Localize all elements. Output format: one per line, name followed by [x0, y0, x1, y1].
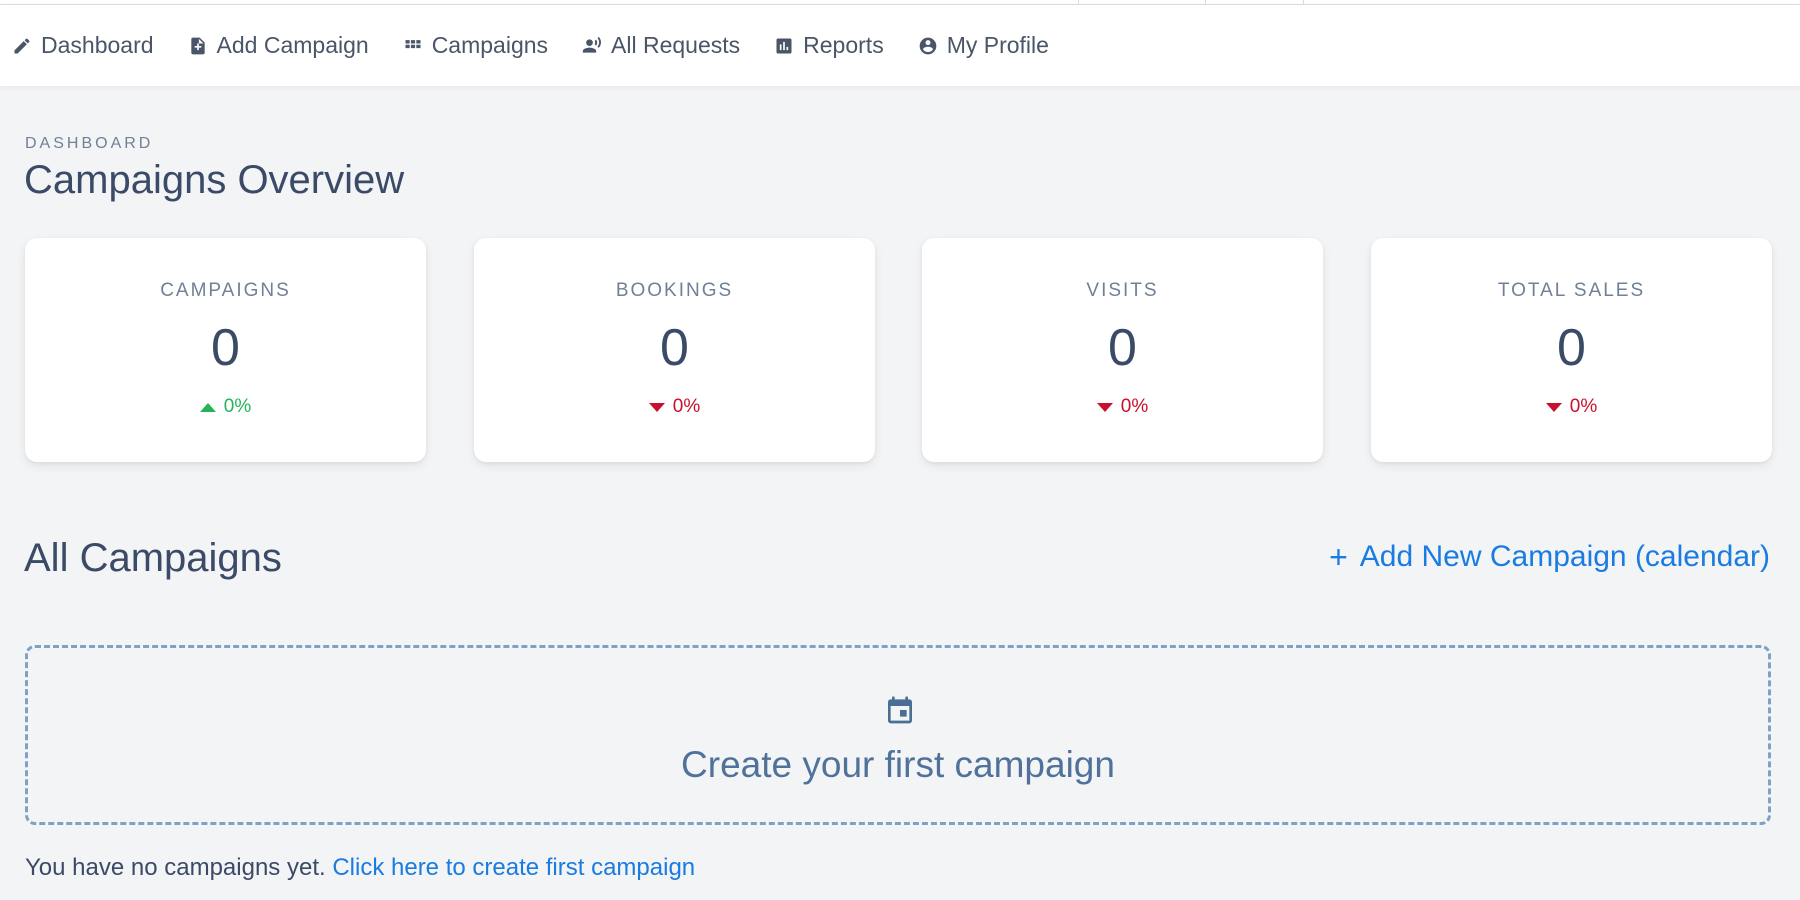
nav-label: Dashboard: [41, 32, 154, 58]
plus-icon: +: [1329, 539, 1348, 575]
nav-label: Campaigns: [431, 32, 549, 58]
nav-item-my-profile[interactable]: My Profile: [918, 32, 1049, 59]
stat-change: 0%: [474, 396, 875, 418]
stat-card-bookings: BOOKINGS 0 0%: [474, 238, 875, 462]
arrow-down-icon: [1096, 402, 1113, 412]
arrow-down-icon: [648, 402, 665, 412]
calendar-icon: [888, 696, 912, 724]
stat-card-campaigns: CAMPAIGNS 0 0%: [25, 238, 426, 462]
create-first-campaign-link[interactable]: Click here to create first campaign: [332, 854, 695, 881]
bar-chart-icon: [776, 38, 792, 53]
stat-change: 0%: [25, 396, 426, 418]
user-circle-icon: [919, 37, 937, 54]
stat-card-total-sales: TOTAL SALES 0 0%: [1371, 238, 1772, 462]
stat-value: 0: [1108, 319, 1137, 377]
stat-label: VISITS: [1086, 280, 1159, 301]
document-plus-icon: [190, 37, 205, 54]
pencil-icon: [14, 37, 30, 53]
stat-change-value: 0%: [1120, 396, 1149, 417]
stat-label: CAMPAIGNS: [160, 280, 291, 301]
stat-label: BOOKINGS: [615, 280, 734, 301]
person-voice-icon: [582, 36, 602, 53]
top-navbar: Dashboard Add Campaign Campaigns All Req…: [0, 5, 1800, 86]
stat-label: TOTAL SALES: [1497, 280, 1646, 301]
nav-label: All Requests: [611, 32, 741, 58]
nav-item-add-campaign[interactable]: Add Campaign: [188, 32, 369, 59]
arrow-down-icon: [1545, 402, 1562, 412]
nav-item-dashboard[interactable]: Dashboard: [12, 32, 154, 59]
add-new-campaign-link[interactable]: + Add New Campaign (calendar): [1329, 540, 1770, 574]
page-overline: DASHBOARD: [25, 135, 154, 152]
nav-label: My Profile: [946, 32, 1049, 58]
nav-label: Add Campaign: [216, 32, 369, 58]
stat-value: 0: [660, 319, 689, 377]
nav-item-all-requests[interactable]: All Requests: [582, 32, 740, 59]
stat-change: 0%: [1371, 396, 1772, 418]
stat-card-visits: VISITS 0 0%: [922, 238, 1323, 462]
empty-state-message: You have no campaigns yet. Click here to…: [25, 854, 695, 882]
nav-item-campaigns[interactable]: Campaigns: [403, 32, 548, 59]
create-first-campaign-box[interactable]: Create your first campaign: [25, 645, 1771, 825]
empty-state-text: You have no campaigns yet.: [25, 854, 326, 881]
stat-value: 0: [211, 319, 240, 377]
stat-change-value: 0%: [1569, 396, 1598, 417]
nav-label: Reports: [803, 32, 884, 58]
stat-change: 0%: [922, 396, 1323, 418]
section-title-all-campaigns: All Campaigns: [24, 536, 282, 580]
empty-state-title: Create your first campaign: [681, 744, 1115, 785]
arrow-up-icon: [199, 402, 216, 412]
grid-icon: [405, 39, 421, 48]
stat-change-value: 0%: [223, 396, 252, 417]
page-title: Campaigns Overview: [24, 158, 405, 202]
stat-change-value: 0%: [672, 396, 701, 417]
nav-item-reports[interactable]: Reports: [774, 32, 884, 59]
add-new-campaign-label: Add New Campaign (calendar): [1359, 540, 1770, 573]
stat-value: 0: [1557, 319, 1586, 377]
